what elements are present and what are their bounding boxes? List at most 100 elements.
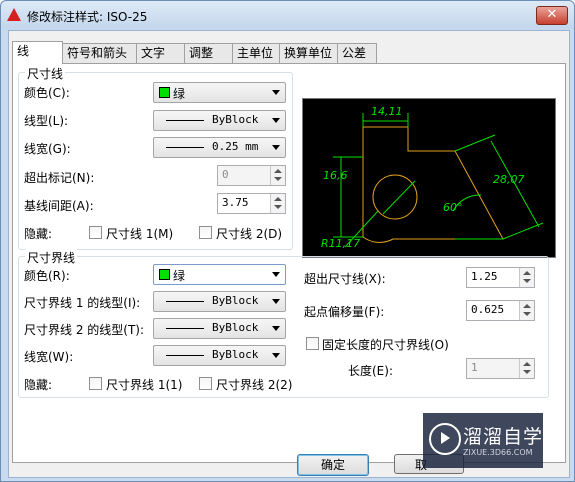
spin-up-icon xyxy=(523,362,531,366)
chevron-down-icon xyxy=(272,272,280,277)
suppress-ext-line-2-label: 尺寸界线 2(2) xyxy=(216,378,293,392)
spin-up-icon xyxy=(523,271,531,275)
ext-lineweight-dropdown[interactable]: ByBlock xyxy=(153,345,286,366)
spin-down-icon xyxy=(274,205,282,209)
extend-beyond-ticks-spinner[interactable]: 0 xyxy=(217,165,286,186)
suppress-ext-line-1-label: 尺寸界线 1(1) xyxy=(106,378,183,392)
ext-linetype-2-label: 尺寸界线 2 的线型(T): xyxy=(24,323,145,337)
tab-panel-lines: 尺寸线 颜色(C): 绿 线型(L): ByBlock 线宽(G): 0.25 … xyxy=(12,63,566,463)
spin-up-icon xyxy=(274,197,282,201)
dialog-window: 修改标注样式: ISO-25 ✕ 线 符号和箭头 文字 调整 主单位 换算单位 … xyxy=(0,0,575,482)
watermark-subtext: ZIXUE.3D66.COM xyxy=(463,448,533,457)
preview-hole xyxy=(372,174,418,220)
line-sample-icon xyxy=(166,328,204,329)
dim-top-text: 14,11 xyxy=(371,105,403,118)
dim-lineweight-label: 线宽(G): xyxy=(24,142,71,156)
ext-linetype-1-label: 尺寸界线 1 的线型(I): xyxy=(24,296,141,310)
dim-linetype-dropdown[interactable]: ByBlock xyxy=(153,110,286,131)
length-spinner[interactable]: 1 xyxy=(466,358,535,379)
chevron-down-icon xyxy=(272,118,280,123)
ext-linetype-1-dropdown[interactable]: ByBlock xyxy=(153,291,286,312)
tab-primary-units[interactable]: 主单位 xyxy=(232,43,282,63)
suppress-ext-line-2-checkbox[interactable] xyxy=(199,377,212,390)
ext-linetype-1-value: ByBlock xyxy=(212,294,259,307)
extend-beyond-ticks-value: 0 xyxy=(222,168,229,181)
spin-down-icon xyxy=(274,177,282,181)
ext-color-value: 绿 xyxy=(173,269,186,283)
tab-text[interactable]: 文字 xyxy=(136,43,186,63)
extend-beyond-dim-label: 超出尺寸线(X): xyxy=(304,272,386,286)
spinner-buttons[interactable] xyxy=(270,194,285,213)
baseline-spacing-spinner[interactable]: 3.75 xyxy=(217,193,286,214)
length-label: 长度(E): xyxy=(348,364,393,378)
suppress-ext-line-1-checkbox[interactable] xyxy=(89,377,102,390)
preview-drawing: 14,11 16,6 28,07 60° R11,17 xyxy=(321,105,544,250)
window-title: 修改标注样式: ISO-25 xyxy=(27,10,148,24)
tab-symbols-arrows[interactable]: 符号和箭头 xyxy=(62,43,138,63)
tab-fit[interactable]: 调整 xyxy=(184,43,234,63)
line-sample-icon xyxy=(166,355,204,356)
tab-tolerances[interactable]: 公差 xyxy=(337,43,377,63)
extend-beyond-dim-spinner[interactable]: 1.25 xyxy=(466,267,535,288)
line-sample-icon xyxy=(166,120,204,121)
spinner-buttons[interactable] xyxy=(270,166,285,185)
autocad-app-icon xyxy=(7,8,21,21)
spinner-buttons[interactable] xyxy=(519,301,534,320)
spin-up-icon xyxy=(274,169,282,173)
chevron-down-icon xyxy=(272,299,280,304)
ext-linetype-2-value: ByBlock xyxy=(212,321,259,334)
spin-down-icon xyxy=(523,312,531,316)
origin-offset-value: 0.625 xyxy=(471,303,505,316)
watermark-text: 溜溜自学 xyxy=(463,426,544,448)
spin-down-icon xyxy=(523,279,531,283)
ext-lineweight-value: ByBlock xyxy=(212,348,259,361)
fixed-length-checkbox[interactable] xyxy=(306,337,319,350)
chevron-down-icon xyxy=(272,90,280,95)
ok-button[interactable]: 确定 xyxy=(297,454,369,476)
close-button[interactable]: ✕ xyxy=(536,6,568,25)
preview-outline xyxy=(362,126,504,240)
dim-right-text: 28,07 xyxy=(493,173,525,186)
ext-linetype-2-dropdown[interactable]: ByBlock xyxy=(153,318,286,339)
group-title-dimension-lines: 尺寸线 xyxy=(25,65,66,82)
dim-angle-text: 60° xyxy=(443,201,463,214)
ext-lineweight-label: 线宽(W): xyxy=(24,350,74,364)
ext-color-dropdown[interactable]: 绿 xyxy=(153,264,286,285)
spinner-buttons[interactable] xyxy=(519,359,534,378)
dim-suppress-label: 隐藏: xyxy=(24,227,53,241)
ext-color-label: 颜色(R): xyxy=(24,269,70,283)
preview-arc xyxy=(362,236,394,243)
dim-color-dropdown[interactable]: 绿 xyxy=(153,82,286,103)
spin-down-icon xyxy=(523,370,531,374)
chevron-down-icon xyxy=(272,353,280,358)
origin-offset-spinner[interactable]: 0.625 xyxy=(466,300,535,321)
preview-geometry xyxy=(362,126,504,243)
group-title-extension-lines: 尺寸界线 xyxy=(25,249,78,266)
chevron-down-icon xyxy=(272,326,280,331)
tab-lines[interactable]: 线 xyxy=(12,41,63,64)
baseline-spacing-value: 3.75 xyxy=(222,196,249,209)
dim-radius-text: R11,17 xyxy=(321,237,360,250)
spinner-buttons[interactable] xyxy=(519,268,534,287)
length-value: 1 xyxy=(471,361,478,374)
fixed-length-label: 固定长度的尺寸界线(O) xyxy=(322,338,449,352)
ext-suppress-label: 隐藏: xyxy=(24,378,53,392)
title-bar[interactable]: 修改标注样式: ISO-25 ✕ xyxy=(1,1,574,29)
tab-alternate-units[interactable]: 换算单位 xyxy=(279,43,339,63)
suppress-dim-line-1-checkbox[interactable] xyxy=(89,226,102,239)
dim-linetype-label: 线型(L): xyxy=(24,114,69,128)
extend-beyond-ticks-label: 超出标记(N): xyxy=(24,171,95,185)
dimension-preview: 14,11 16,6 28,07 60° R11,17 xyxy=(302,98,556,258)
dim-right-ext-top xyxy=(454,134,496,152)
dialog-client-area: 线 符号和箭头 文字 调整 主单位 换算单位 公差 尺寸线 颜色(C): 绿 线… xyxy=(8,30,570,478)
watermark-overlay: 溜溜自学 ZIXUE.3D66.COM xyxy=(423,413,543,468)
dim-lineweight-value: 0.25 mm xyxy=(212,140,259,153)
suppress-dim-line-2-checkbox[interactable] xyxy=(199,226,212,239)
color-swatch xyxy=(159,269,170,280)
extend-beyond-dim-value: 1.25 xyxy=(471,270,498,283)
dim-hole-leader xyxy=(382,180,416,215)
baseline-spacing-label: 基线间距(A): xyxy=(24,199,94,213)
dim-left-text: 16,6 xyxy=(323,169,348,182)
dim-lineweight-dropdown[interactable]: 0.25 mm xyxy=(153,137,286,158)
dim-color-value: 绿 xyxy=(173,87,186,101)
